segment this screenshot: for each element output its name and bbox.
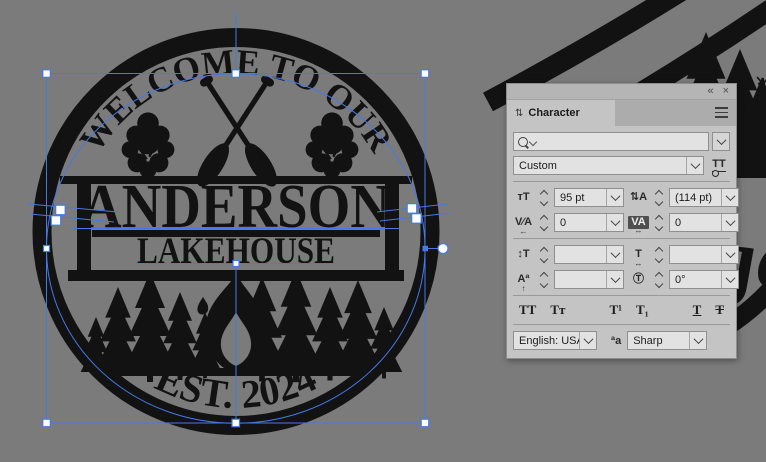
leading-icon: ⇅A [628, 192, 649, 203]
underline-button[interactable]: T [693, 302, 702, 318]
font-size-chevron[interactable] [606, 189, 623, 206]
anchor-point-right-2[interactable] [412, 214, 422, 224]
search-icon [518, 137, 528, 147]
tab-character[interactable]: ⇅ Character [507, 100, 615, 126]
character-panel: « × ⇅ Character Custom [506, 83, 737, 359]
left-port-line-2 [30, 214, 114, 222]
touch-type-tool-icon[interactable]: TT [708, 159, 730, 173]
horizontal-scale-stepper[interactable] [653, 248, 665, 262]
anti-alias-value: Sharp [628, 335, 689, 347]
character-rotation-icon: Ⓣ [628, 274, 649, 285]
tracking-stepper[interactable] [653, 216, 665, 230]
anti-alias-select[interactable]: Sharp [627, 331, 707, 350]
divider [513, 181, 730, 182]
panel-body: Custom TT тT 95 pt ⇅A (114 pt) [507, 126, 736, 350]
kerning-icon-sub: ← [513, 226, 534, 237]
search-mode-chevron-icon[interactable] [529, 137, 537, 145]
tracking-chevron[interactable] [721, 214, 738, 231]
kerning-value: 0 [555, 217, 606, 229]
chevron-down-icon [716, 135, 726, 145]
kerning-icon: V⁄A← [513, 217, 534, 228]
anti-alias-chevron[interactable] [689, 332, 706, 349]
leading-field[interactable]: (114 pt) [669, 188, 739, 207]
font-style-select[interactable]: Custom [513, 156, 704, 175]
touch-type-label: TT [712, 158, 725, 170]
vertical-scale-chevron[interactable] [606, 246, 623, 263]
baseline-shift-field[interactable] [554, 270, 624, 289]
type-style-buttons: TT Tᴛ T¹ T₁ T T [513, 302, 730, 318]
vertical-scale-field[interactable] [554, 245, 624, 264]
vertical-scale-icon: ↕T [513, 249, 534, 260]
horizontal-scale-chevron[interactable] [721, 246, 738, 263]
font-style-value: Custom [514, 160, 686, 172]
language-select[interactable]: English: USA [513, 331, 597, 350]
anchor-point-left-2[interactable] [51, 216, 61, 226]
bbox-handle-left-middle[interactable] [44, 246, 50, 252]
language-value: English: USA [514, 335, 579, 347]
illustrator-canvas: { "colors": { "canvas_bg": "#7b7b7b", "a… [0, 0, 766, 462]
panel-menu-icon[interactable] [715, 107, 728, 118]
panel-tabs: ⇅ Character [507, 100, 736, 126]
left-port-line-1 [28, 204, 118, 212]
font-search-input[interactable] [513, 132, 709, 151]
character-rotation-value: 0° [670, 274, 721, 286]
baseline-shift-chevron[interactable] [606, 271, 623, 288]
collapse-panel-icon[interactable]: « [707, 86, 713, 97]
kerning-chevron[interactable] [606, 214, 623, 231]
baseline-shift-icon: Aª↑ [513, 274, 534, 285]
leading-value: (114 pt) [670, 192, 721, 204]
anti-alias-icon: ªa [611, 335, 621, 347]
font-style-chevron[interactable] [686, 157, 703, 174]
divider [513, 238, 730, 239]
rotate-handle-circle[interactable] [438, 244, 448, 254]
close-panel-icon[interactable]: × [723, 86, 729, 97]
subscript-button[interactable]: T₁ [636, 302, 649, 318]
leading-stepper[interactable] [653, 191, 665, 205]
baseline-shift-stepper[interactable] [538, 273, 550, 287]
horizontal-scale-icon-sub: ↔ [628, 258, 649, 269]
bbox-handle-top-right[interactable] [421, 70, 429, 78]
vertical-scale-stepper[interactable] [538, 248, 550, 262]
font-size-value: 95 pt [555, 192, 606, 204]
font-size-field[interactable]: 95 pt [554, 188, 624, 207]
anchor-point-right-1[interactable] [407, 204, 417, 214]
superscript-button[interactable]: T¹ [609, 302, 622, 318]
chevron-down-icon [690, 159, 700, 169]
bbox-handle-top-left[interactable] [43, 70, 51, 78]
divider [513, 324, 730, 325]
panel-header: « × [507, 84, 736, 100]
character-rotation-stepper[interactable] [653, 273, 665, 287]
anchor-point-left-1[interactable] [56, 205, 65, 215]
horizontal-scale-field[interactable] [669, 245, 739, 264]
tracking-icon-sub: ↔ [628, 225, 649, 236]
font-size-icon: тT [513, 192, 534, 203]
divider [513, 295, 730, 296]
tab-character-label: Character [528, 107, 579, 119]
subtitle-path-handle[interactable] [233, 261, 239, 267]
selection-overlay [0, 0, 506, 462]
kerning-field[interactable]: 0 [554, 213, 624, 232]
strikethrough-button[interactable]: T [715, 302, 724, 318]
bbox-handle-bottom-left[interactable] [43, 419, 51, 427]
horizontal-scale-icon: T↔ [628, 249, 649, 260]
bbox-handle-bottom-right[interactable] [421, 419, 429, 427]
bbox-handle-right-middle[interactable] [423, 246, 429, 252]
character-rotation-chevron[interactable] [721, 271, 738, 288]
tracking-field[interactable]: 0 [669, 213, 739, 232]
font-size-stepper[interactable] [538, 191, 550, 205]
language-chevron[interactable] [579, 332, 596, 349]
tracking-value: 0 [670, 217, 721, 229]
bbox-handle-top-center[interactable] [232, 70, 240, 78]
all-caps-button[interactable]: TT [519, 302, 536, 318]
baseline-shift-icon-sub: ↑ [513, 283, 534, 294]
font-list-dropdown-button[interactable] [712, 132, 730, 151]
tracking-icon: VA↔ [628, 216, 649, 229]
leading-chevron[interactable] [721, 189, 738, 206]
kerning-stepper[interactable] [538, 216, 550, 230]
panel-cycle-icon[interactable]: ⇅ [515, 108, 523, 119]
small-caps-button[interactable]: Tᴛ [550, 302, 565, 318]
bbox-handle-bottom-center[interactable] [232, 419, 240, 427]
character-rotation-field[interactable]: 0° [669, 270, 739, 289]
